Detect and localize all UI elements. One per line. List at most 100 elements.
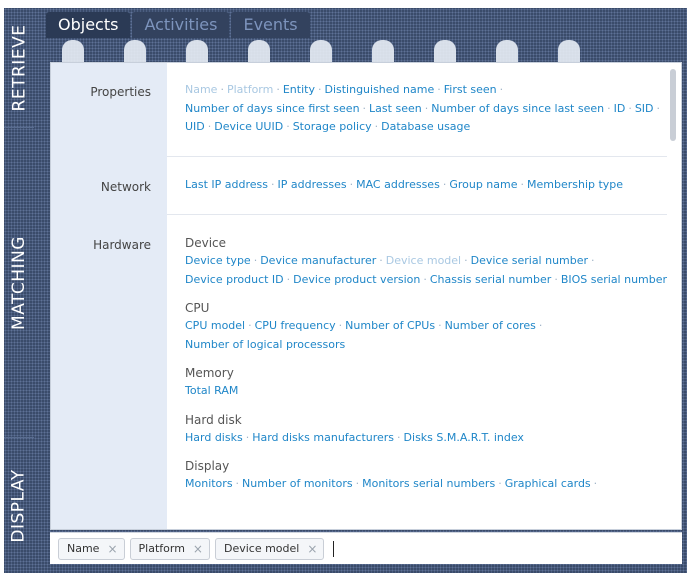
field-option[interactable]: IP addresses — [278, 178, 347, 191]
field-option[interactable]: Number of monitors — [242, 477, 353, 490]
field-option[interactable]: Device product ID — [185, 273, 284, 286]
field-option[interactable]: Last IP address — [185, 178, 268, 191]
field-option[interactable]: Monitors serial numbers — [362, 477, 495, 490]
field-option[interactable]: Total RAM — [185, 384, 238, 397]
separator-dot: · — [355, 477, 360, 490]
group-title: CPU — [185, 301, 210, 315]
field-option[interactable]: Number of days since first seen — [185, 102, 360, 115]
field-option[interactable]: CPU model — [185, 319, 245, 332]
side-tab-retrieve[interactable]: RETRIEVE — [4, 8, 34, 128]
device-icon[interactable] — [124, 40, 146, 64]
field-option[interactable]: Number of cores — [445, 319, 536, 332]
option-line: Name · Platform · Entity · Distinguished name ·… — [185, 83, 645, 102]
option-line: Monitors · Number of monitors · Monitors ser… — [185, 477, 645, 496]
server-icon[interactable] — [496, 40, 518, 64]
group-title: Hard disk — [185, 412, 242, 427]
separator-dot: · — [248, 319, 252, 332]
option-line: Device product ID · Device product version… — [185, 272, 667, 292]
globe-icon[interactable] — [248, 40, 270, 64]
separator-dot: · — [397, 430, 401, 444]
separator-dot: · — [286, 120, 290, 133]
field-option[interactable]: Number of logical processors — [185, 338, 345, 351]
field-option[interactable]: Device serial number — [471, 254, 588, 267]
separator-dot: · — [362, 101, 367, 115]
separator-dot: · — [593, 477, 598, 490]
selected-field-chip[interactable]: Platform × — [129, 537, 210, 560]
field-option[interactable]: SID — [635, 102, 654, 115]
field-option[interactable]: Device type — [185, 254, 251, 267]
separator-dot: · — [220, 83, 224, 96]
text-cursor[interactable] — [333, 540, 335, 557]
field-option[interactable]: Database usage — [381, 120, 470, 133]
field-option[interactable]: Number of CPUs — [345, 319, 435, 332]
field-option[interactable]: CPU frequency — [255, 319, 336, 332]
scrollbar-thumb[interactable] — [670, 69, 676, 141]
field-option[interactable]: UID — [185, 120, 205, 133]
field-picker-panel: Properties Name · Platform · Entity · Distingu… — [50, 62, 682, 530]
separator-dot: · — [423, 272, 427, 286]
group-title: Memory — [185, 366, 234, 380]
field-option[interactable]: ID — [614, 102, 626, 115]
field-option[interactable]: Last seen — [369, 102, 422, 115]
selected-field-chip[interactable]: Device model × — [214, 537, 325, 560]
separator-dot: · — [379, 254, 383, 267]
chip-label: Device model — [223, 542, 300, 555]
field-option[interactable]: Group name — [449, 178, 517, 191]
separator-dot: · — [374, 120, 379, 133]
selected-field-chip[interactable]: Name × — [58, 537, 125, 560]
field-option[interactable]: Device manufacturer — [260, 254, 376, 267]
tab-objects[interactable]: Objects — [46, 12, 131, 38]
section-label: Hardware — [93, 238, 151, 252]
field-option[interactable]: Device UUID — [214, 120, 283, 133]
separator-dot: · — [520, 178, 525, 191]
option-line: Hard disks · Hard disks manufacturers · Disk… — [185, 431, 645, 450]
separator-dot: · — [538, 319, 543, 332]
field-option[interactable]: Membership type — [527, 178, 623, 191]
close-icon[interactable]: × — [107, 542, 117, 556]
world-icon[interactable] — [558, 40, 580, 64]
tab-events[interactable]: Events — [231, 12, 310, 38]
field-option[interactable]: Chassis serial number — [430, 273, 551, 286]
separator-dot: · — [554, 272, 558, 286]
field-option: Platform — [226, 83, 274, 96]
close-icon[interactable]: × — [193, 542, 203, 556]
field-option[interactable]: Number of days since last seen — [431, 102, 604, 115]
side-tab-display[interactable]: DISPLAY — [4, 438, 34, 573]
field-option[interactable]: Monitors — [185, 477, 233, 490]
field-option[interactable]: Distinguished name — [324, 83, 434, 96]
section-label-column — [51, 63, 167, 529]
package-icon[interactable] — [372, 40, 394, 64]
separator-dot: · — [607, 101, 611, 115]
group-title: Device — [185, 236, 227, 250]
layers-icon[interactable] — [186, 40, 208, 64]
selected-fields-bar[interactable]: Name × Platform × Device model × — [50, 532, 682, 564]
separator-dot: · — [442, 178, 447, 191]
field-option[interactable]: Hard disks manufacturers — [252, 431, 394, 444]
separator-dot: · — [276, 83, 280, 96]
separator-dot: · — [424, 101, 429, 115]
separator-dot: · — [437, 83, 441, 96]
field-option[interactable]: MAC addresses — [356, 178, 440, 191]
tab-activities[interactable]: Activities — [132, 12, 230, 38]
section-divider — [167, 156, 667, 157]
section-divider — [167, 214, 667, 215]
field-option[interactable]: Hard disks — [185, 431, 243, 444]
separator-dot: · — [317, 83, 322, 96]
field-option[interactable]: Entity — [283, 83, 315, 96]
users-icon[interactable] — [62, 40, 84, 64]
panel-scrollbar[interactable] — [668, 65, 678, 527]
field-option[interactable]: First seen — [444, 83, 497, 96]
field-option[interactable]: BIOS serial number — [561, 273, 667, 286]
separator-dot: · — [498, 477, 502, 490]
field-option[interactable]: Graphical cards — [505, 477, 591, 490]
field-option[interactable]: Storage policy — [293, 120, 372, 133]
gear-icon[interactable] — [310, 40, 332, 64]
side-tab-matching[interactable]: MATCHING — [4, 128, 34, 438]
field-option: Name — [185, 83, 218, 96]
field-option[interactable]: Device product version — [293, 273, 420, 286]
separator-dot: · — [438, 319, 442, 332]
field-option[interactable]: Disks S.M.A.R.T. index — [404, 431, 524, 444]
close-icon[interactable]: × — [307, 542, 317, 556]
section-label: Network — [100, 180, 151, 194]
column-icon[interactable] — [434, 40, 456, 64]
